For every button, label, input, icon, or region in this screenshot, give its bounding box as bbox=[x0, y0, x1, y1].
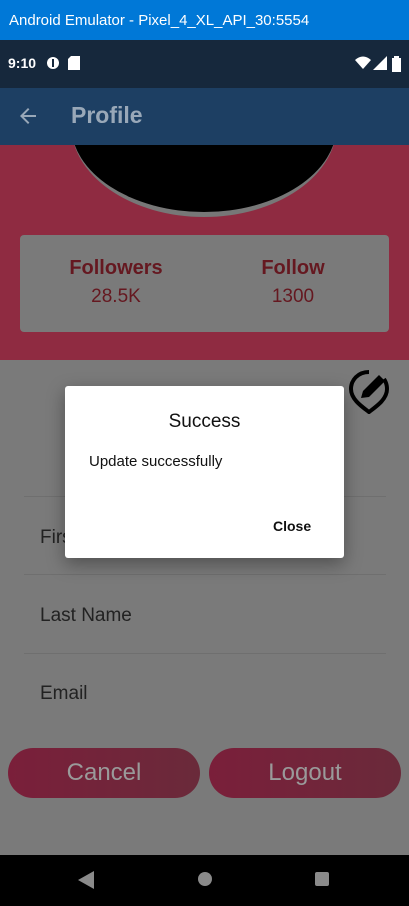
last-name-field[interactable]: Last Name bbox=[40, 605, 132, 627]
edit-location-icon[interactable] bbox=[349, 370, 389, 414]
system-nav-bar bbox=[0, 855, 409, 906]
success-dialog: Success Update successfully Close bbox=[65, 386, 344, 558]
followers-value: 28.5K bbox=[91, 286, 141, 307]
avatar[interactable] bbox=[71, 145, 337, 217]
divider bbox=[24, 574, 386, 575]
status-bar: 9:10 bbox=[0, 40, 409, 88]
divider bbox=[24, 653, 386, 654]
cancel-button[interactable]: Cancel bbox=[8, 748, 200, 798]
nav-back-icon[interactable] bbox=[78, 871, 94, 889]
nav-recents-icon[interactable] bbox=[315, 872, 329, 886]
follow-value: 1300 bbox=[271, 286, 315, 307]
data-saver-icon bbox=[47, 57, 59, 69]
dialog-title: Success bbox=[168, 411, 241, 432]
followers-stat: Followers 28.5K bbox=[36, 257, 196, 308]
email-field[interactable]: Email bbox=[40, 683, 88, 705]
sd-card-icon bbox=[68, 56, 80, 70]
nav-home-icon[interactable] bbox=[198, 872, 212, 886]
arrow-back-icon[interactable] bbox=[16, 104, 40, 128]
page-title: Profile bbox=[71, 102, 143, 128]
dialog-message: Update successfully bbox=[89, 453, 223, 470]
followers-label: Followers bbox=[69, 257, 163, 279]
signal-icon bbox=[373, 56, 387, 70]
profile-header: Followers 28.5K Follow 1300 bbox=[0, 145, 409, 360]
wifi-icon bbox=[355, 56, 371, 69]
emulator-title: Android Emulator - Pixel_4_XL_API_30:555… bbox=[9, 11, 310, 29]
status-time: 9:10 bbox=[8, 55, 37, 71]
close-button[interactable]: Close bbox=[273, 518, 311, 534]
emulator-title-bar: Android Emulator - Pixel_4_XL_API_30:555… bbox=[0, 0, 409, 40]
follow-label: Follow bbox=[261, 257, 325, 279]
follow-stat: Follow 1300 bbox=[213, 257, 373, 308]
stats-card: Followers 28.5K Follow 1300 bbox=[20, 235, 389, 332]
app-bar: Profile bbox=[0, 88, 409, 145]
logout-button[interactable]: Logout bbox=[209, 748, 401, 798]
battery-icon bbox=[392, 56, 401, 72]
